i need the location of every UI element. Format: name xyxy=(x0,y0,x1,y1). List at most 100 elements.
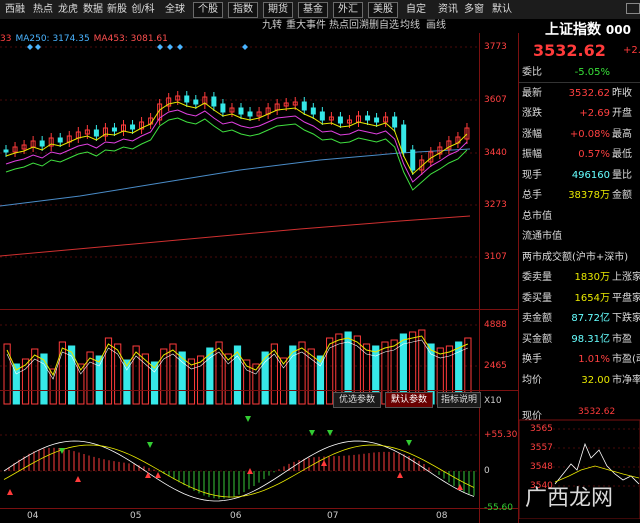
quote-value: 1654万 xyxy=(574,292,610,304)
quote-value: 1.01% xyxy=(578,354,610,365)
quote-label-secondary: 市盈 xyxy=(612,333,632,345)
quote-label: 总市值 xyxy=(522,210,552,222)
quote-label-secondary: 最低 xyxy=(612,149,632,160)
watermark: 广西龙网 xyxy=(525,486,614,511)
candle-body xyxy=(3,149,9,153)
volume-bar xyxy=(58,341,67,405)
candle-body xyxy=(374,117,380,123)
optimized-params-button[interactable]: 优选参数 xyxy=(333,392,381,408)
axis-separator xyxy=(479,33,480,523)
quote-label-secondary: 平盘家 xyxy=(612,292,640,304)
ma453-line xyxy=(0,215,471,257)
quote-row: 流通市值 xyxy=(519,227,640,246)
month-label: 08 xyxy=(436,511,448,521)
quote-value: 87.72亿 xyxy=(571,313,610,324)
quote-label: 流通市值 xyxy=(522,231,562,242)
quote-label-secondary: 市净率 xyxy=(612,374,640,386)
candle-body xyxy=(93,129,99,137)
candle-body xyxy=(247,111,253,117)
quote-label-secondary: 金额 xyxy=(612,190,632,201)
quote-row: 两市成交额(沪市+深市) xyxy=(519,248,640,267)
quote-row: 最新 3532.62 昨收 xyxy=(519,84,640,103)
quote-row: 现手 496160 量比 xyxy=(519,166,640,185)
candle-body xyxy=(238,107,244,115)
quote-row: 振幅 0.57% 最低 xyxy=(519,145,640,164)
candle-body xyxy=(193,99,199,105)
price-axis-label: 3773 xyxy=(484,42,507,52)
mini-axis-label: 3557 xyxy=(530,443,553,453)
price-volume-divider xyxy=(0,309,518,310)
candle-body xyxy=(365,115,371,121)
month-label: 05 xyxy=(130,511,142,521)
candle-body xyxy=(57,137,63,143)
candle-body xyxy=(410,149,416,171)
quote-value: 32.00 xyxy=(581,374,610,386)
quote-value: +0.08% xyxy=(569,128,610,140)
quote-row: 委买量 1654万 平盘家 xyxy=(519,289,640,308)
signal-diamond xyxy=(177,44,183,50)
quote-label: 换手 xyxy=(522,354,542,365)
candle-body xyxy=(392,116,398,128)
buy-arrow xyxy=(457,484,463,490)
signal-diamond xyxy=(35,44,41,50)
buy-arrow xyxy=(7,489,13,495)
indicator-help-button[interactable]: 指标说明 xyxy=(437,392,481,408)
quote-label: 振幅 xyxy=(522,149,542,160)
signal-diamond xyxy=(27,44,33,50)
candle-body xyxy=(111,127,117,132)
quote-label: 委比 xyxy=(522,67,542,78)
buy-arrow xyxy=(75,476,81,482)
ma-long-line xyxy=(5,117,468,191)
quote-value: 3532.62 xyxy=(568,87,610,99)
quote-label-secondary: 量比 xyxy=(612,169,632,181)
quote-value: +2.69 xyxy=(579,108,610,119)
quote-label-secondary: 开盘 xyxy=(612,108,632,119)
index-change: +2.6 xyxy=(623,45,640,56)
quote-row: 总手 38378万 金额 xyxy=(519,186,640,205)
quote-label-secondary: 上涨家 xyxy=(612,272,640,283)
quote-label-secondary: 昨收 xyxy=(612,87,632,99)
mini-axis-label: 3548 xyxy=(530,462,553,472)
quote-label: 涨幅 xyxy=(522,128,542,140)
ma-short-line xyxy=(5,101,468,175)
buy-arrow xyxy=(247,468,253,474)
default-params-button[interactable]: 默认参数 xyxy=(385,392,433,408)
index-title: 上证指数 000 xyxy=(545,22,631,38)
date-axis-divider xyxy=(0,508,518,509)
quote-label: 最新 xyxy=(522,87,542,99)
buy-arrow xyxy=(145,472,151,478)
quote-value: 0.57% xyxy=(578,149,610,160)
month-label: 04 xyxy=(27,511,39,521)
quote-row: 换手 1.01%市盈(动 xyxy=(519,350,640,369)
candle-body xyxy=(337,116,343,124)
volume-oscillator-divider xyxy=(0,390,518,391)
quote-label: 总手 xyxy=(522,190,542,201)
buy-arrow xyxy=(155,472,161,478)
volume-bar xyxy=(95,355,103,405)
volume-bar xyxy=(316,355,325,405)
volume-bar xyxy=(40,353,48,405)
volume-bar xyxy=(68,345,76,405)
candle-body xyxy=(39,140,45,147)
candle-body xyxy=(301,101,307,111)
signal-diamond xyxy=(167,44,173,50)
quote-label: 均价 xyxy=(522,374,542,386)
candle-body xyxy=(184,95,190,103)
quote-row: 涨跌 +2.69 开盘 xyxy=(519,104,640,123)
quote-value: 98.31亿 xyxy=(571,333,610,345)
quote-value: 496160 xyxy=(571,169,610,181)
candle-body xyxy=(130,124,136,130)
quote-label: 涨跌 xyxy=(522,108,542,119)
quote-label-secondary: 下跌家 xyxy=(612,313,640,324)
quote-label: 委买量 xyxy=(522,292,552,304)
osc-axis-label: 0 xyxy=(484,466,490,476)
buy-arrow xyxy=(321,460,327,466)
quote-value: 38378万 xyxy=(568,190,610,201)
month-label: 07 xyxy=(327,511,339,521)
quote-label: 两市成交额(沪市+深市) xyxy=(522,251,629,263)
price-axis-label: 3107 xyxy=(484,252,507,262)
month-label: 06 xyxy=(230,511,242,521)
now-price-value: 3532.62 xyxy=(578,407,616,417)
volume-unit-label: X10 xyxy=(484,396,502,406)
mini-price-line xyxy=(554,442,640,485)
